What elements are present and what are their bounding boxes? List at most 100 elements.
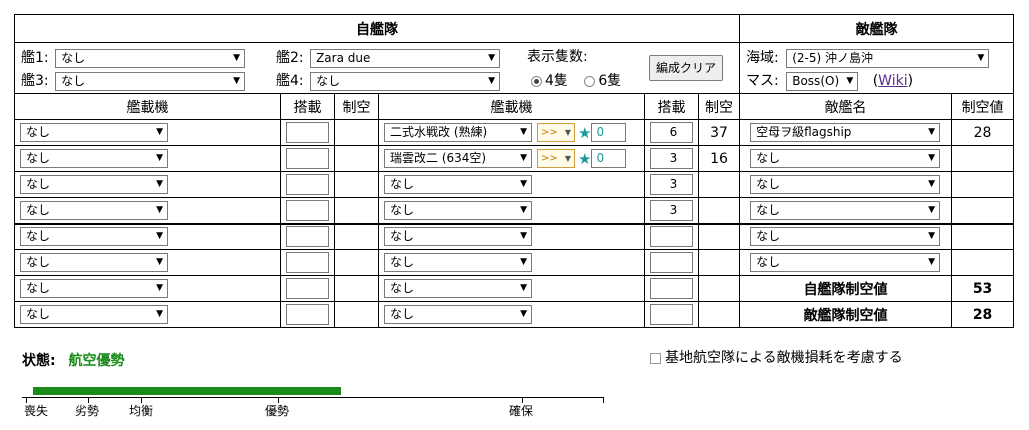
area-select[interactable]: (2-5) 沖ノ島沖 ▼ — [786, 48, 990, 68]
slots-input[interactable]: 3 — [650, 199, 693, 221]
equip-select[interactable]: なし ▼ — [384, 305, 532, 324]
gauge-label-inferior: 劣勢 — [75, 404, 100, 418]
slots-input[interactable] — [650, 252, 693, 273]
clear-fleet-button[interactable]: 編成クリア — [649, 55, 724, 81]
enemy-air-value — [951, 145, 1015, 172]
node-select[interactable]: Boss(O) ▼ — [786, 71, 859, 91]
gauge-label-lost: 喪失 — [24, 404, 49, 418]
gauge-axis — [22, 397, 604, 398]
improvement-input[interactable]: 0 — [591, 149, 627, 168]
wiki-link[interactable]: Wiki — [878, 73, 907, 89]
enemy-select[interactable]: なし ▼ — [750, 175, 941, 194]
slots-input[interactable]: 3 — [650, 148, 693, 169]
slots-input[interactable] — [286, 278, 329, 299]
equip-select[interactable]: なし ▼ — [384, 279, 532, 298]
air-value — [697, 301, 741, 328]
air-value — [697, 197, 741, 225]
ship-label-2: 艦2: — [276, 50, 304, 66]
equip-select[interactable]: なし ▼ — [20, 149, 168, 168]
col-equipment-1: 艦載機 — [14, 93, 281, 120]
enemy-fleet-config: 海域: (2-5) 沖ノ島沖 ▼ マス: Boss(O) ▼ (Wiki) — [739, 42, 1015, 94]
enemy-select[interactable]: なし ▼ — [750, 200, 941, 220]
slots-input[interactable] — [286, 148, 329, 169]
enemy-select[interactable]: なし ▼ — [750, 253, 941, 272]
status-line: 状態: 航空優勢 — [22, 350, 124, 370]
enemy-air-value — [951, 197, 1015, 225]
star-icon: ★ — [578, 123, 592, 142]
proficiency-select[interactable]: >> ▼ — [537, 149, 575, 168]
enemy-total-value: 28 — [951, 301, 1015, 328]
status-value: 航空優勢 — [68, 353, 125, 369]
wiki-paren-close: ) — [907, 73, 914, 89]
equip-select[interactable]: なし ▼ — [20, 227, 168, 247]
slots-input[interactable] — [650, 304, 693, 325]
area-label: 海域: — [746, 50, 779, 66]
enemy-fleet-header: 敵艦隊 — [739, 14, 1015, 43]
slots-input[interactable] — [650, 278, 693, 299]
col-slots-2: 搭載 — [644, 93, 699, 120]
equip-select[interactable]: なし ▼ — [20, 305, 168, 324]
slots-input[interactable] — [286, 226, 329, 248]
air-value — [697, 249, 741, 276]
ship-select-3[interactable]: なし ▼ — [55, 71, 246, 91]
enemy-select[interactable]: 空母ヲ級flagship ▼ — [750, 123, 941, 142]
equip-select[interactable]: なし ▼ — [20, 123, 168, 142]
table-row: なし ▼ なし ▼ 敵艦隊制空値 28 — [14, 301, 1015, 328]
base-air-checkbox-label: 基地航空隊による敵機損耗を考慮する — [665, 350, 903, 366]
air-value — [334, 301, 379, 328]
equip-select[interactable]: なし ▼ — [384, 253, 532, 272]
equip-select[interactable]: なし ▼ — [384, 227, 532, 247]
enemy-air-value: 28 — [951, 119, 1015, 146]
equip-select[interactable]: なし ▼ — [384, 200, 532, 220]
slots-input[interactable] — [286, 252, 329, 273]
equip-select[interactable]: なし ▼ — [20, 200, 168, 220]
slots-input[interactable] — [650, 226, 693, 248]
radio-4-label: 4隻 — [545, 73, 568, 89]
base-air-checkbox[interactable] — [650, 352, 661, 364]
gauge-label-superiority: 優勢 — [265, 404, 290, 418]
equip-select[interactable]: 瑞雲改二 (634空) ▼ — [384, 149, 532, 168]
equip-select[interactable]: なし ▼ — [20, 279, 168, 298]
table-row: なし ▼ なし ▼ なし ▼ — [14, 223, 1015, 250]
ship-select-2[interactable]: Zara due ▼ — [310, 48, 501, 68]
enemy-air-value — [951, 249, 1015, 276]
improvement-input[interactable]: 0 — [591, 123, 627, 142]
air-value — [697, 275, 741, 302]
equip-select[interactable]: なし ▼ — [20, 253, 168, 272]
air-value — [334, 197, 379, 225]
col-equipment-2: 艦載機 — [378, 93, 645, 120]
ship-select-1[interactable]: なし ▼ — [55, 48, 246, 68]
ship-select-4[interactable]: なし ▼ — [310, 71, 501, 91]
slots-input[interactable]: 3 — [650, 174, 693, 195]
slots-input[interactable] — [286, 304, 329, 325]
air-value: 16 — [697, 145, 741, 172]
equip-select[interactable]: 二式水戦改 (熟練) ▼ — [384, 123, 532, 142]
col-enemy-name: 敵艦名 — [739, 93, 953, 120]
base-air-option: 基地航空隊による敵機損耗を考慮する — [650, 347, 903, 367]
enemy-select[interactable]: なし ▼ — [750, 227, 941, 247]
radio-4[interactable] — [531, 75, 542, 87]
radio-6[interactable] — [584, 75, 596, 87]
equip-select[interactable]: なし ▼ — [20, 175, 168, 194]
slots-input[interactable] — [286, 174, 329, 195]
slots-input[interactable] — [286, 199, 329, 221]
air-power-table: 自艦隊 敵艦隊 艦1: なし ▼ 艦2: Zara due ▼ 艦3: なし ▼ 艦4… — [13, 14, 1015, 328]
enemy-select[interactable]: なし ▼ — [750, 149, 941, 168]
table-row: なし ▼ なし ▼ 3 なし ▼ — [14, 171, 1015, 198]
own-fleet-config: 艦1: なし ▼ 艦2: Zara due ▼ 艦3: なし ▼ 艦4: なし ▼ 表示… — [13, 42, 741, 94]
radio-6-label: 6隻 — [598, 73, 622, 89]
air-state-gauge: 喪失 劣勢 均衡 優勢 確保 — [22, 384, 607, 430]
slots-input[interactable]: 6 — [650, 122, 693, 143]
own-total-label: 自艦隊制空値 — [739, 275, 953, 302]
air-value: 37 — [697, 119, 741, 146]
table-row: なし ▼ 瑞雲改二 (634空) ▼ >> ▼ ★ 0 3 16 なし ▼ — [14, 145, 1015, 172]
table-row: なし ▼ なし ▼ なし ▼ — [14, 249, 1015, 276]
gauge-fill — [33, 387, 342, 395]
enemy-air-value — [951, 223, 1015, 250]
air-value — [334, 223, 379, 250]
air-value — [334, 249, 379, 276]
table-row: なし ▼ 二式水戦改 (熟練) ▼ >> ▼ ★ 0 6 37 空母ヲ級flagship ▼ … — [14, 119, 1015, 146]
equip-select[interactable]: なし ▼ — [384, 175, 532, 194]
slots-input[interactable] — [286, 122, 329, 143]
proficiency-select[interactable]: >> ▼ — [537, 123, 575, 142]
